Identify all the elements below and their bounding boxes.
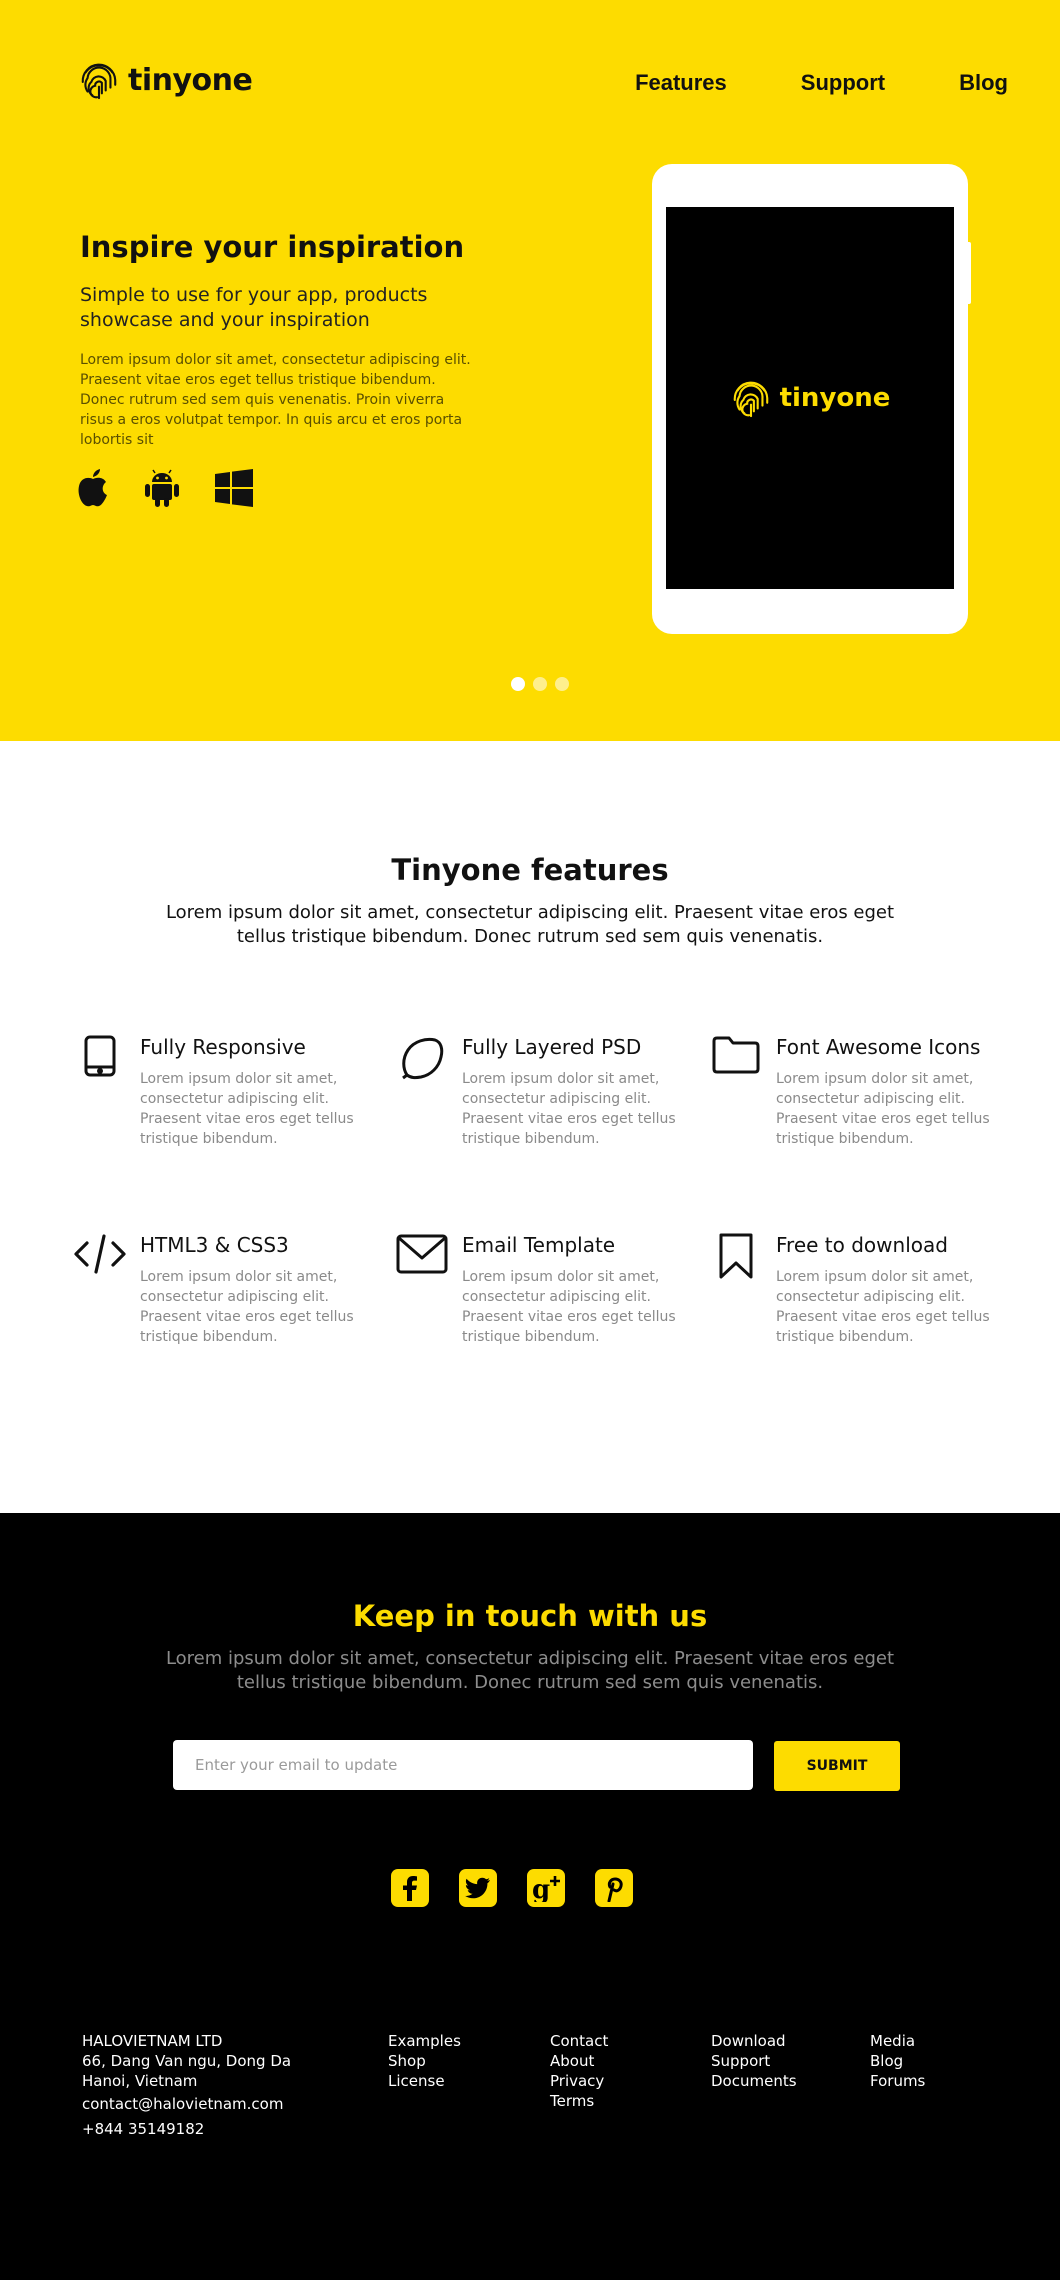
- feature-title: Email Template: [462, 1233, 616, 1257]
- contact-section: Keep in touch with us Lorem ipsum dolor …: [0, 1513, 1060, 2280]
- feature-title: Free to download: [776, 1233, 948, 1257]
- device-screen: tinyone: [666, 207, 954, 589]
- pinterest-icon[interactable]: [595, 1869, 633, 1907]
- lemon-icon: [392, 1035, 452, 1085]
- nav-blog[interactable]: Blog: [959, 70, 1008, 96]
- slider-dots: [511, 677, 569, 691]
- feature-text: Lorem ipsum dolor sit amet, consectetur …: [462, 1071, 676, 1147]
- company-address: 66, Dang Van ngu, Dong Da: [82, 2052, 292, 2070]
- device-logo-text: tinyone: [779, 383, 891, 413]
- features-description: Lorem ipsum dolor sit amet, consectetur …: [165, 902, 895, 947]
- footer-link[interactable]: Download: [711, 2031, 797, 2051]
- fingerprint-icon: [733, 381, 768, 418]
- code-icon: [70, 1233, 130, 1283]
- social-links: g: [391, 1869, 633, 1907]
- slider-dot[interactable]: [511, 677, 525, 691]
- nav-features[interactable]: Features: [635, 70, 727, 96]
- feature-title: HTML3 & CSS3: [140, 1233, 289, 1257]
- footer-link[interactable]: Blog: [870, 2051, 925, 2071]
- nav-support[interactable]: Support: [801, 70, 885, 96]
- company-email[interactable]: contact@halovietnam.com: [82, 2094, 291, 2114]
- google-plus-icon[interactable]: g: [527, 1869, 565, 1907]
- feature-text: Lorem ipsum dolor sit amet, consectetur …: [462, 1269, 676, 1345]
- features-title: Tinyone features: [391, 853, 669, 887]
- feature-text: Lorem ipsum dolor sit amet, consectetur …: [776, 1269, 990, 1345]
- footer-column: Download Support Documents: [711, 2031, 797, 2091]
- company-phone: +844 35149182: [82, 2120, 205, 2138]
- footer-link[interactable]: Examples: [388, 2031, 461, 2051]
- footer-link[interactable]: License: [388, 2071, 461, 2091]
- brand-name: tinyone: [128, 62, 253, 98]
- slider-dot[interactable]: [555, 677, 569, 691]
- feature-text: Lorem ipsum dolor sit amet, consectetur …: [140, 1269, 354, 1345]
- footer-company: HALOVIETNAM LTD 66, Dang Van ngu, Dong D…: [82, 2031, 291, 2139]
- footer-column: Media Blog Forums: [870, 2031, 925, 2091]
- windows-icon[interactable]: [214, 468, 254, 512]
- svg-text:g: g: [532, 1875, 550, 1902]
- hero-section: tinyone Features Support Blog Inspire yo…: [0, 0, 1060, 741]
- submit-button[interactable]: SUBMIT: [774, 1741, 900, 1791]
- fingerprint-icon: [81, 63, 117, 100]
- footer-link[interactable]: Media: [870, 2031, 925, 2051]
- footer-link[interactable]: Privacy: [550, 2071, 608, 2091]
- hero-subtitle: Simple to use for your app, products sho…: [80, 284, 428, 331]
- contact-title: Keep in touch with us: [352, 1599, 708, 1633]
- platform-icons: [76, 468, 254, 512]
- envelope-icon: [392, 1233, 452, 1283]
- bookmark-icon: [706, 1233, 766, 1283]
- folder-icon: [706, 1035, 766, 1085]
- android-icon[interactable]: [144, 468, 180, 512]
- features-section: Tinyone features Lorem ipsum dolor sit a…: [0, 741, 1060, 1513]
- device-side-button: [966, 284, 971, 304]
- footer-link[interactable]: Shop: [388, 2051, 461, 2071]
- feature-title: Fully Layered PSD: [462, 1035, 642, 1059]
- footer-link[interactable]: Documents: [711, 2071, 797, 2091]
- contact-description: Lorem ipsum dolor sit amet, consectetur …: [165, 1648, 895, 1693]
- slider-dot[interactable]: [533, 677, 547, 691]
- tablet-mockup: tinyone: [652, 164, 971, 634]
- brand-logo[interactable]: tinyone: [78, 58, 253, 102]
- feature-text: Lorem ipsum dolor sit amet, consectetur …: [140, 1071, 354, 1147]
- footer-link[interactable]: Terms: [550, 2091, 608, 2111]
- feature-title: Font Awesome Icons: [776, 1035, 981, 1059]
- main-nav: Features Support Blog: [635, 70, 1008, 96]
- footer-column: Contact About Privacy Terms: [550, 2031, 608, 2111]
- twitter-icon[interactable]: [459, 1869, 497, 1907]
- footer-link[interactable]: Support: [711, 2051, 797, 2071]
- tablet-icon: [70, 1035, 130, 1085]
- apple-icon[interactable]: [76, 468, 110, 512]
- company-address: Hanoi, Vietnam: [82, 2072, 198, 2090]
- email-input[interactable]: [173, 1740, 753, 1790]
- footer-link[interactable]: Forums: [870, 2071, 925, 2091]
- company-name: HALOVIETNAM LTD: [82, 2032, 223, 2050]
- feature-title: Fully Responsive: [140, 1035, 306, 1059]
- hero-title: Inspire your inspiration: [80, 230, 465, 264]
- footer-link[interactable]: Contact: [550, 2031, 608, 2051]
- feature-text: Lorem ipsum dolor sit amet, consectetur …: [776, 1071, 990, 1147]
- facebook-icon[interactable]: [391, 1869, 429, 1907]
- footer-column: Examples Shop License: [388, 2031, 461, 2091]
- hero-body: Lorem ipsum dolor sit amet, consectetur …: [80, 352, 471, 448]
- footer-link[interactable]: About: [550, 2051, 608, 2071]
